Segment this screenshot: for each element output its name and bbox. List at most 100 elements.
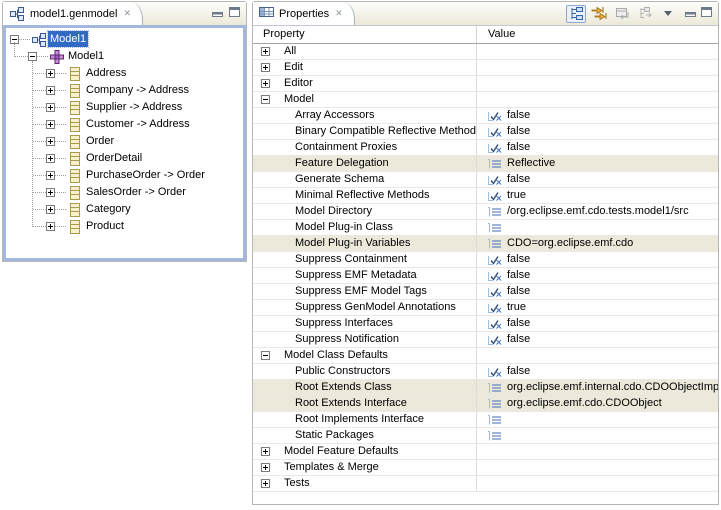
maximize-icon[interactable] [229, 7, 240, 20]
property-category-row[interactable]: Model Feature Defaults [253, 444, 718, 460]
editor-tab[interactable]: model1.genmodel ✕ [3, 2, 143, 25]
property-category-row[interactable]: Templates & Merge [253, 460, 718, 476]
property-value-cell[interactable]: /org.eclipse.emf.cdo.tests.model1/src [477, 204, 718, 219]
expand-toggle-icon[interactable] [261, 47, 270, 56]
property-value-cell[interactable] [477, 412, 718, 427]
property-category-row[interactable]: All [253, 44, 718, 60]
property-value-cell[interactable]: false [477, 172, 718, 187]
property-value-cell[interactable] [477, 60, 718, 75]
property-value-cell[interactable] [477, 444, 718, 459]
property-category-row[interactable]: Edit [253, 60, 718, 76]
property-value-cell[interactable]: false [477, 332, 718, 347]
property-value-cell[interactable]: CDO=org.eclipse.emf.cdo [477, 236, 718, 251]
close-icon[interactable]: ✕ [122, 9, 132, 18]
expand-toggle-icon[interactable] [261, 463, 270, 472]
property-row[interactable]: Containment Proxiesfalse [253, 140, 718, 156]
expand-toggle-icon[interactable] [46, 69, 55, 78]
tree-item[interactable]: Model1 [6, 31, 243, 48]
maximize-icon[interactable] [701, 7, 712, 20]
property-value-cell[interactable] [477, 44, 718, 59]
property-value-cell[interactable]: true [477, 188, 718, 203]
expand-toggle-icon[interactable] [46, 205, 55, 214]
property-row[interactable]: Root Implements Interface [253, 412, 718, 428]
properties-tab[interactable]: Properties ✕ [253, 2, 355, 25]
property-value-cell[interactable]: false [477, 140, 718, 155]
tree-item[interactable]: PurchaseOrder -> Order [6, 167, 243, 184]
property-row[interactable]: Feature DelegationReflective [253, 156, 718, 172]
expand-toggle-icon[interactable] [46, 222, 55, 231]
property-value-cell[interactable] [477, 428, 718, 443]
expand-toggle-icon[interactable] [46, 86, 55, 95]
expand-toggle-icon[interactable] [261, 447, 270, 456]
expand-toggle-icon[interactable] [261, 79, 270, 88]
property-row[interactable]: Model Plug-in Class [253, 220, 718, 236]
expand-toggle-icon[interactable] [46, 171, 55, 180]
property-row[interactable]: Array Accessorsfalse [253, 108, 718, 124]
tree-item[interactable]: OrderDetail [6, 150, 243, 167]
expand-toggle-icon[interactable] [46, 154, 55, 163]
minimize-icon[interactable] [685, 8, 696, 20]
expand-toggle-icon[interactable] [261, 63, 270, 72]
property-value-cell[interactable]: false [477, 124, 718, 139]
property-row[interactable]: Suppress EMF Metadatafalse [253, 268, 718, 284]
property-row[interactable]: Public Constructorsfalse [253, 364, 718, 380]
property-value-cell[interactable]: Reflective [477, 156, 718, 171]
tree-item[interactable]: Order [6, 133, 243, 150]
property-value-cell[interactable] [477, 76, 718, 91]
property-value-cell[interactable]: false [477, 284, 718, 299]
property-value-cell[interactable] [477, 348, 718, 363]
show-categories-button[interactable] [566, 5, 586, 23]
property-category-row[interactable]: Model Class Defaults [253, 348, 718, 364]
tree-item[interactable]: Supplier -> Address [6, 99, 243, 116]
property-value-cell[interactable]: false [477, 316, 718, 331]
expand-toggle-icon[interactable] [46, 188, 55, 197]
property-row[interactable]: Suppress Containmentfalse [253, 252, 718, 268]
property-row[interactable]: Static Packages [253, 428, 718, 444]
tree-item[interactable]: Model1 [6, 48, 243, 65]
expand-toggle-icon[interactable] [46, 137, 55, 146]
expand-toggle-icon[interactable] [261, 479, 270, 488]
expand-toggle-icon[interactable] [46, 120, 55, 129]
property-column-header[interactable]: Property [253, 26, 477, 43]
property-value-cell[interactable] [477, 92, 718, 107]
property-row[interactable]: Model Directory/org.eclipse.emf.cdo.test… [253, 204, 718, 220]
tree-item[interactable]: Address [6, 65, 243, 82]
tree-item[interactable]: Category [6, 201, 243, 218]
property-value-cell[interactable] [477, 460, 718, 475]
property-row[interactable]: Minimal Reflective Methodstrue [253, 188, 718, 204]
property-value-cell[interactable]: org.eclipse.emf.internal.cdo.CDOObjectIm… [477, 380, 718, 395]
property-row[interactable]: Suppress GenModel Annotationstrue [253, 300, 718, 316]
tree-item[interactable]: Customer -> Address [6, 116, 243, 133]
property-row[interactable]: Suppress Interfacesfalse [253, 316, 718, 332]
property-value-cell[interactable]: false [477, 268, 718, 283]
tree-item[interactable]: SalesOrder -> Order [6, 184, 243, 201]
property-category-row[interactable]: Tests [253, 476, 718, 492]
property-row[interactable]: Suppress Notificationfalse [253, 332, 718, 348]
collapse-toggle-icon[interactable] [261, 351, 270, 360]
property-row[interactable]: Root Extends Classorg.eclipse.emf.intern… [253, 380, 718, 396]
property-value-cell[interactable]: false [477, 252, 718, 267]
property-row[interactable]: Model Plug-in VariablesCDO=org.eclipse.e… [253, 236, 718, 252]
tree-item[interactable]: Product [6, 218, 243, 235]
property-row[interactable]: Binary Compatible Reflective Methodsfals… [253, 124, 718, 140]
property-value-cell[interactable]: org.eclipse.emf.cdo.CDOObject [477, 396, 718, 411]
minimize-icon[interactable] [212, 8, 223, 20]
close-icon[interactable]: ✕ [334, 9, 344, 18]
property-row[interactable]: Generate Schemafalse [253, 172, 718, 188]
property-category-row[interactable]: Model [253, 92, 718, 108]
property-value-cell[interactable] [477, 220, 718, 235]
expand-toggle-icon[interactable] [46, 103, 55, 112]
property-value-cell[interactable]: true [477, 300, 718, 315]
collapse-toggle-icon[interactable] [261, 95, 270, 104]
property-value-cell[interactable]: false [477, 108, 718, 123]
collapse-toggle-icon[interactable] [28, 52, 37, 61]
property-row[interactable]: Suppress EMF Model Tagsfalse [253, 284, 718, 300]
property-row[interactable]: Root Extends Interfaceorg.eclipse.emf.cd… [253, 396, 718, 412]
value-column-header[interactable]: Value [477, 26, 718, 43]
property-value-cell[interactable]: false [477, 364, 718, 379]
tree-item[interactable]: Company -> Address [6, 82, 243, 99]
view-menu-icon[interactable] [658, 5, 678, 23]
show-advanced-properties-button[interactable] [589, 5, 609, 23]
property-category-row[interactable]: Editor [253, 76, 718, 92]
property-value-cell[interactable] [477, 476, 718, 491]
